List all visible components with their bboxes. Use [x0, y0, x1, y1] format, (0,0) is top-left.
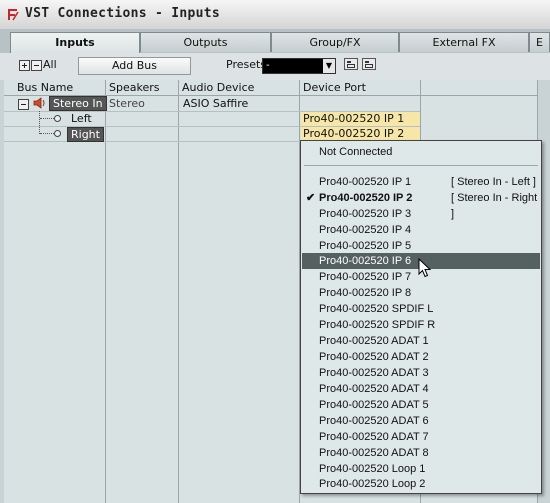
- expand-all-icon[interactable]: [19, 60, 30, 71]
- speakers-value: Stereo: [109, 97, 145, 110]
- dropdown-arrow-icon[interactable]: ▼: [323, 59, 335, 73]
- presets-select[interactable]: - ▼: [262, 58, 336, 74]
- menu-item-label: Not Connected: [319, 146, 393, 158]
- presets-label: Presets: [226, 58, 267, 71]
- channel-name-right[interactable]: Right: [67, 127, 104, 142]
- menu-item[interactable]: Pro40-002520 ADAT 8: [302, 445, 540, 461]
- menu-item-label: Pro40-002520 IP 4: [319, 224, 412, 236]
- menu-item[interactable]: Pro40-002520 ADAT 5: [302, 397, 540, 413]
- collapse-bus-icon[interactable]: [18, 99, 29, 110]
- device-port-dropdown[interactable]: Not Connected Pro40-002520 IP 1 [ Stereo…: [300, 140, 542, 494]
- column-divider: [105, 96, 106, 503]
- speaker-icon: [33, 97, 45, 109]
- check-icon: ✔: [306, 192, 316, 204]
- menu-item[interactable]: Pro40-002520 SPDIF L: [302, 301, 540, 317]
- mouse-cursor-icon: [418, 258, 432, 278]
- device-port-left[interactable]: Pro40-002520 IP 1: [301, 112, 420, 126]
- menu-item-label: Pro40-002520 IP 5: [319, 240, 412, 252]
- menu-item[interactable]: Pro40-002520 ADAT 4: [302, 381, 540, 397]
- menu-item-label: Pro40-002520 ADAT 7: [319, 431, 429, 443]
- menu-item-label: Pro40-002520 ADAT 8: [319, 447, 429, 459]
- tree-connector: [40, 118, 54, 119]
- channel-dot-icon: [54, 130, 61, 137]
- menu-item-label: Pro40-002520 ADAT 6: [319, 415, 429, 427]
- menu-separator: [304, 165, 538, 166]
- tab-inputs[interactable]: Inputs: [10, 32, 140, 53]
- menu-item-label: Pro40-002520 IP 7: [319, 271, 412, 283]
- menu-item-label: Pro40-002520 IP 8: [319, 287, 412, 299]
- column-header-audio-device[interactable]: Audio Device: [179, 80, 300, 96]
- menu-item[interactable]: Pro40-002520 SPDIF R: [302, 317, 540, 333]
- channel-name-left[interactable]: Left: [71, 111, 92, 126]
- menu-item-label: Pro40-002520 IP 1: [319, 176, 412, 188]
- bus-name-stereo-in[interactable]: Stereo In: [49, 96, 107, 111]
- menu-item-label: Pro40-002520 SPDIF R: [319, 319, 436, 331]
- menu-item-label: Pro40-002520 ADAT 3: [319, 367, 429, 379]
- tab-group-fx[interactable]: Group/FX: [271, 32, 399, 52]
- menu-item[interactable]: Pro40-002520 IP 5: [302, 238, 540, 254]
- menu-item[interactable]: Pro40-002520 IP 1 [ Stereo In - Left ]: [302, 174, 540, 190]
- menu-item[interactable]: Pro40-002520 Loop 1: [302, 461, 540, 477]
- add-bus-button[interactable]: Add Bus: [78, 57, 191, 75]
- left-edge: [0, 80, 4, 503]
- menu-item[interactable]: Pro40-002520 ADAT 2: [302, 349, 540, 365]
- column-header-empty: [421, 80, 537, 96]
- tree-connector: [39, 111, 41, 134]
- save-preset-icon[interactable]: [344, 58, 358, 70]
- tab-more[interactable]: E: [529, 32, 550, 52]
- menu-item[interactable]: Pro40-002520 Loop 2: [302, 476, 540, 492]
- toolbar: All Add Bus Presets - ▼: [0, 53, 550, 81]
- expand-collapse-group: [19, 60, 43, 71]
- menu-item[interactable]: Pro40-002520 ADAT 3: [302, 365, 540, 381]
- tab-external-fx[interactable]: External FX: [399, 32, 529, 52]
- window-title: VST Connections - Inputs: [25, 6, 221, 21]
- all-label: All: [43, 58, 57, 71]
- collapse-all-icon[interactable]: [31, 60, 42, 71]
- app-logo-icon: [8, 9, 19, 21]
- title-bar: VST Connections - Inputs: [0, 0, 550, 30]
- device-port-right[interactable]: Pro40-002520 IP 2: [301, 127, 420, 141]
- column-divider: [178, 96, 179, 503]
- column-header-device-port[interactable]: Device Port: [300, 80, 421, 96]
- menu-item[interactable]: Pro40-002520 ADAT 6: [302, 413, 540, 429]
- channel-dot-icon: [54, 115, 61, 122]
- menu-item-label: Pro40-002520 IP 6: [319, 255, 412, 267]
- menu-item[interactable]: Pro40-002520 IP 3: [302, 206, 540, 222]
- menu-item-label: Pro40-002520 IP 2: [319, 192, 413, 204]
- column-header-bus-name[interactable]: Bus Name: [0, 80, 106, 96]
- menu-item[interactable]: Pro40-002520 ADAT 7: [302, 429, 540, 445]
- menu-item-not-connected[interactable]: Not Connected: [302, 144, 540, 160]
- menu-item-label: Pro40-002520 ADAT 2: [319, 351, 429, 363]
- delete-preset-icon[interactable]: [362, 58, 376, 70]
- menu-item-label: Pro40-002520 ADAT 5: [319, 399, 429, 411]
- menu-item-label: Pro40-002520 Loop 1: [319, 463, 426, 475]
- menu-item-label: Pro40-002520 Loop 2: [319, 478, 426, 490]
- audio-device-value[interactable]: ASIO Saffire: [183, 96, 248, 111]
- tab-outputs[interactable]: Outputs: [140, 32, 271, 52]
- tab-bar: Inputs Outputs Group/FX External FX E: [0, 29, 550, 53]
- menu-item-label: Pro40-002520 ADAT 4: [319, 383, 429, 395]
- menu-item[interactable]: Pro40-002520 IP 4: [302, 222, 540, 238]
- menu-item-label: Pro40-002520 IP 3: [319, 208, 412, 220]
- presets-value: -: [266, 60, 270, 71]
- menu-item[interactable]: Pro40-002520 IP 8: [302, 285, 540, 301]
- menu-item-assignment: [ Stereo In - Left ]: [451, 176, 536, 188]
- menu-item-label: Pro40-002520 ADAT 1: [319, 335, 429, 347]
- column-header-speakers[interactable]: Speakers: [106, 80, 179, 96]
- tree-connector: [40, 133, 54, 134]
- menu-item[interactable]: ✔ Pro40-002520 IP 2 [ Stereo In - Right …: [302, 190, 540, 220]
- menu-item-label: Pro40-002520 SPDIF L: [319, 303, 434, 315]
- menu-item[interactable]: Pro40-002520 ADAT 1: [302, 333, 540, 349]
